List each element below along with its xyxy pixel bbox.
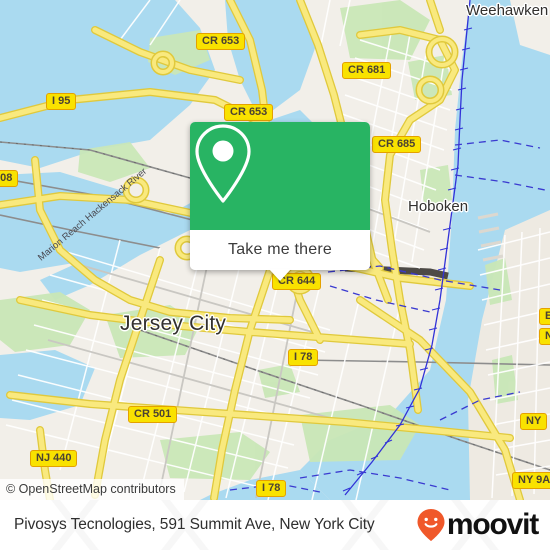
route-shield-cr653-north[interactable]: CR 653: [196, 33, 246, 50]
map-canvas[interactable]: Marion Reach Hackensack River Weehawken …: [0, 0, 550, 500]
route-shield-ny-clipped[interactable]: NY: [520, 413, 548, 430]
popup-image-area: [190, 122, 370, 230]
route-shield-i95[interactable]: I 95: [46, 93, 77, 110]
route-shield-i78-mid[interactable]: I 78: [288, 349, 319, 366]
take-me-there-label: Take me there: [228, 241, 332, 258]
popup-action-area[interactable]: Take me there: [190, 230, 370, 270]
moovit-wordmark: moovit: [446, 508, 539, 541]
route-shield-cr501[interactable]: CR 501: [128, 406, 178, 423]
location-address-text: Pivosys Tecnologies, 591 Summit Ave, New…: [14, 516, 375, 533]
osm-attribution[interactable]: © OpenStreetMap contributors: [0, 479, 184, 500]
popup-pointer-tail: [269, 269, 291, 281]
route-shield-e-clipped[interactable]: E: [539, 308, 550, 325]
location-popup-card[interactable]: Take me there: [190, 122, 370, 281]
moovit-brand[interactable]: moovit: [416, 508, 539, 542]
footer-bar: Pivosys Tecnologies, 591 Summit Ave, New…: [0, 500, 550, 550]
route-shield-nj440[interactable]: NJ 440: [30, 450, 78, 467]
route-shield-508-clipped[interactable]: 508: [0, 170, 19, 187]
map-pin-icon: [195, 124, 251, 203]
route-shield-cr685[interactable]: CR 685: [372, 136, 422, 153]
moovit-smiley-pin-icon: [417, 509, 445, 541]
route-shield-cr653-west[interactable]: CR 653: [224, 104, 274, 121]
route-shield-n-clipped[interactable]: N: [539, 328, 550, 345]
map-screenshot: Marion Reach Hackensack River Weehawken …: [0, 0, 550, 550]
route-shield-cr681[interactable]: CR 681: [342, 62, 392, 79]
route-shield-ny9a[interactable]: NY 9A: [512, 472, 550, 489]
route-shield-i78-bottom[interactable]: I 78: [256, 480, 287, 497]
